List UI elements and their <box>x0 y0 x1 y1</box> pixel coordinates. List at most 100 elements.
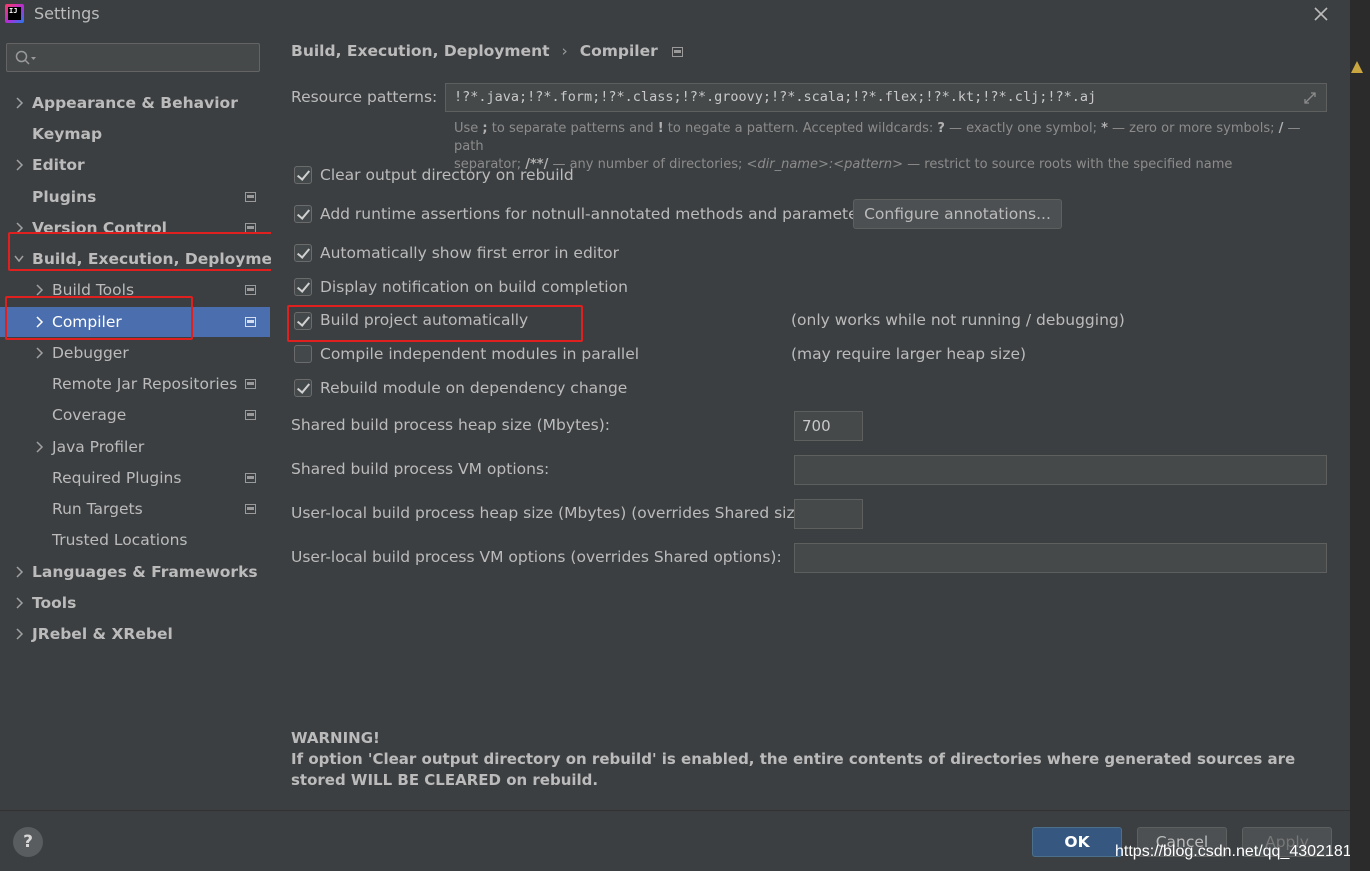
clear-output-checkbox[interactable] <box>294 166 312 184</box>
sidebar-item-label: Languages & Frameworks <box>32 563 258 581</box>
resource-patterns-value: !?*.java;!?*.form;!?*.class;!?*.groovy;!… <box>454 89 1097 105</box>
clear-output-warning: WARNING! If option 'Clear output directo… <box>291 728 1311 791</box>
compiler-settings-panel: Build, Execution, Deployment › Compiler Re… <box>271 28 1350 810</box>
build-automatically-note: (only works while not running / debuggin… <box>791 311 1125 329</box>
warning-icon <box>1351 61 1363 73</box>
settings-window: IJ Settings Appearance & Behavior Keymap E… <box>0 0 1361 871</box>
chevron-right-icon[interactable] <box>14 628 24 640</box>
watermark-url: https://blog.csdn.net/qq_43021813 <box>1115 843 1361 860</box>
window-title: Settings <box>34 4 100 23</box>
sidebar-item[interactable]: Keymap <box>0 119 270 149</box>
user-vm-label: User-local build process VM options (ove… <box>291 548 782 566</box>
project-level-icon <box>245 192 256 202</box>
chevron-right-icon[interactable] <box>14 566 24 578</box>
sidebar-item-label: Plugins <box>32 188 97 206</box>
breadcrumb-parent[interactable]: Build, Execution, Deployment <box>291 42 550 60</box>
highlight-box-build-automatically <box>287 305 583 342</box>
chevron-right-icon[interactable] <box>14 597 24 609</box>
sidebar-item-label: Appearance & Behavior <box>32 94 238 112</box>
sidebar-item[interactable]: Trusted Locations <box>0 525 270 555</box>
sidebar-item[interactable]: Appearance & Behavior <box>0 88 270 118</box>
hint-line-2: separator; /**/ — any number of director… <box>454 157 1233 172</box>
shared-heap-value: 700 <box>802 417 831 435</box>
compile-parallel-label[interactable]: Compile independent modules in parallel <box>320 345 639 363</box>
warning-title: WARNING! <box>291 729 380 747</box>
app-icon-letters: IJ <box>8 7 21 20</box>
sidebar-item[interactable]: Debugger <box>0 338 270 368</box>
show-first-error-checkbox[interactable] <box>294 244 312 262</box>
sidebar-item[interactable]: Tools <box>0 588 270 618</box>
sidebar-item[interactable]: Remote Jar Repositories <box>0 369 270 399</box>
rebuild-on-dependency-label[interactable]: Rebuild module on dependency change <box>320 379 627 397</box>
expand-icon[interactable] <box>1302 90 1318 106</box>
breadcrumb: Build, Execution, Deployment › Compiler <box>291 42 683 60</box>
project-level-icon <box>245 504 256 514</box>
sidebar-item-label: Editor <box>32 156 85 174</box>
hint-line-1: Use ; to separate patterns and ! to nega… <box>454 121 1301 154</box>
sidebar-item-label: Tools <box>32 594 77 612</box>
configure-annotations-button[interactable]: Configure annotations... <box>853 199 1062 229</box>
display-notification-checkbox[interactable] <box>294 278 312 296</box>
ok-button[interactable]: OK <box>1032 827 1122 857</box>
sidebar-item-label: Coverage <box>52 406 127 424</box>
sidebar-item-label: Keymap <box>32 125 103 143</box>
title-bar: IJ Settings <box>0 0 1350 28</box>
sidebar-item-label: Java Profiler <box>52 438 145 456</box>
display-notification-label[interactable]: Display notification on build completion <box>320 278 628 296</box>
chevron-right-icon[interactable] <box>34 441 44 453</box>
project-level-icon <box>671 47 683 57</box>
show-first-error-label[interactable]: Automatically show first error in editor <box>320 244 619 262</box>
sidebar-item[interactable]: Java Profiler <box>0 432 270 462</box>
sidebar-item-label: Debugger <box>52 344 129 362</box>
breadcrumb-separator: › <box>561 42 568 60</box>
sidebar-item[interactable]: Coverage <box>0 400 270 430</box>
clear-output-label[interactable]: Clear output directory on rebuild <box>320 166 574 184</box>
dialog-footer: ? OK Cancel Apply https://blog.csdn.net/… <box>0 810 1361 871</box>
chevron-right-icon[interactable] <box>34 284 44 296</box>
warning-text: If option 'Clear output directory on reb… <box>291 750 1296 789</box>
user-heap-label: User-local build process heap size (Mbyt… <box>291 504 816 522</box>
shared-vm-input[interactable] <box>794 455 1327 485</box>
user-heap-input[interactable] <box>794 499 863 529</box>
sidebar-item-label: Trusted Locations <box>52 531 188 549</box>
help-icon[interactable]: ? <box>13 827 43 857</box>
settings-search-input[interactable] <box>6 43 260 72</box>
chevron-right-icon[interactable] <box>14 97 24 109</box>
sidebar-item[interactable]: Editor <box>0 150 270 180</box>
sidebar-item-label: Remote Jar Repositories <box>52 375 238 393</box>
project-level-icon <box>245 379 256 389</box>
sidebar-item[interactable]: Required Plugins <box>0 463 270 493</box>
sidebar-item[interactable]: Languages & Frameworks <box>0 557 270 587</box>
shared-vm-label: Shared build process VM options: <box>291 460 550 478</box>
project-level-icon <box>245 285 256 295</box>
sidebar-item[interactable]: Plugins <box>0 182 270 212</box>
sidebar-item[interactable]: Run Targets <box>0 494 270 524</box>
project-level-icon <box>245 410 256 420</box>
resource-patterns-hint: Use ; to separate patterns and ! to nega… <box>454 120 1334 174</box>
sidebar-item-label: JRebel & XRebel <box>32 625 173 643</box>
compile-parallel-checkbox[interactable] <box>294 345 312 363</box>
shared-heap-input[interactable]: 700 <box>794 411 863 441</box>
background-ide-strip <box>1350 0 1370 871</box>
chevron-right-icon[interactable] <box>34 347 44 359</box>
resource-patterns-input[interactable]: !?*.java;!?*.form;!?*.class;!?*.groovy;!… <box>445 83 1327 112</box>
shared-heap-label: Shared build process heap size (Mbytes): <box>291 416 611 434</box>
settings-sidebar: Appearance & Behavior Keymap Editor Plugins… <box>0 28 291 810</box>
sidebar-item[interactable]: JRebel & XRebel <box>0 619 270 649</box>
user-vm-input[interactable] <box>794 543 1327 573</box>
compile-parallel-note: (may require larger heap size) <box>791 345 1027 363</box>
intellij-app-icon: IJ <box>5 4 24 23</box>
highlight-box-compiler <box>5 296 193 340</box>
runtime-assertions-checkbox[interactable] <box>294 205 312 223</box>
project-level-icon <box>245 473 256 483</box>
highlight-box-build-execution-deployment <box>8 232 286 271</box>
resource-patterns-label: Resource patterns: <box>291 88 438 106</box>
sidebar-item-label: Run Targets <box>52 500 143 518</box>
breadcrumb-current: Compiler <box>579 42 658 60</box>
project-level-icon <box>245 317 256 327</box>
runtime-assertions-label[interactable]: Add runtime assertions for notnull-annot… <box>320 205 872 223</box>
chevron-right-icon[interactable] <box>14 159 24 171</box>
rebuild-on-dependency-checkbox[interactable] <box>294 379 312 397</box>
close-icon[interactable] <box>1310 3 1332 25</box>
sidebar-item-label: Required Plugins <box>52 469 182 487</box>
